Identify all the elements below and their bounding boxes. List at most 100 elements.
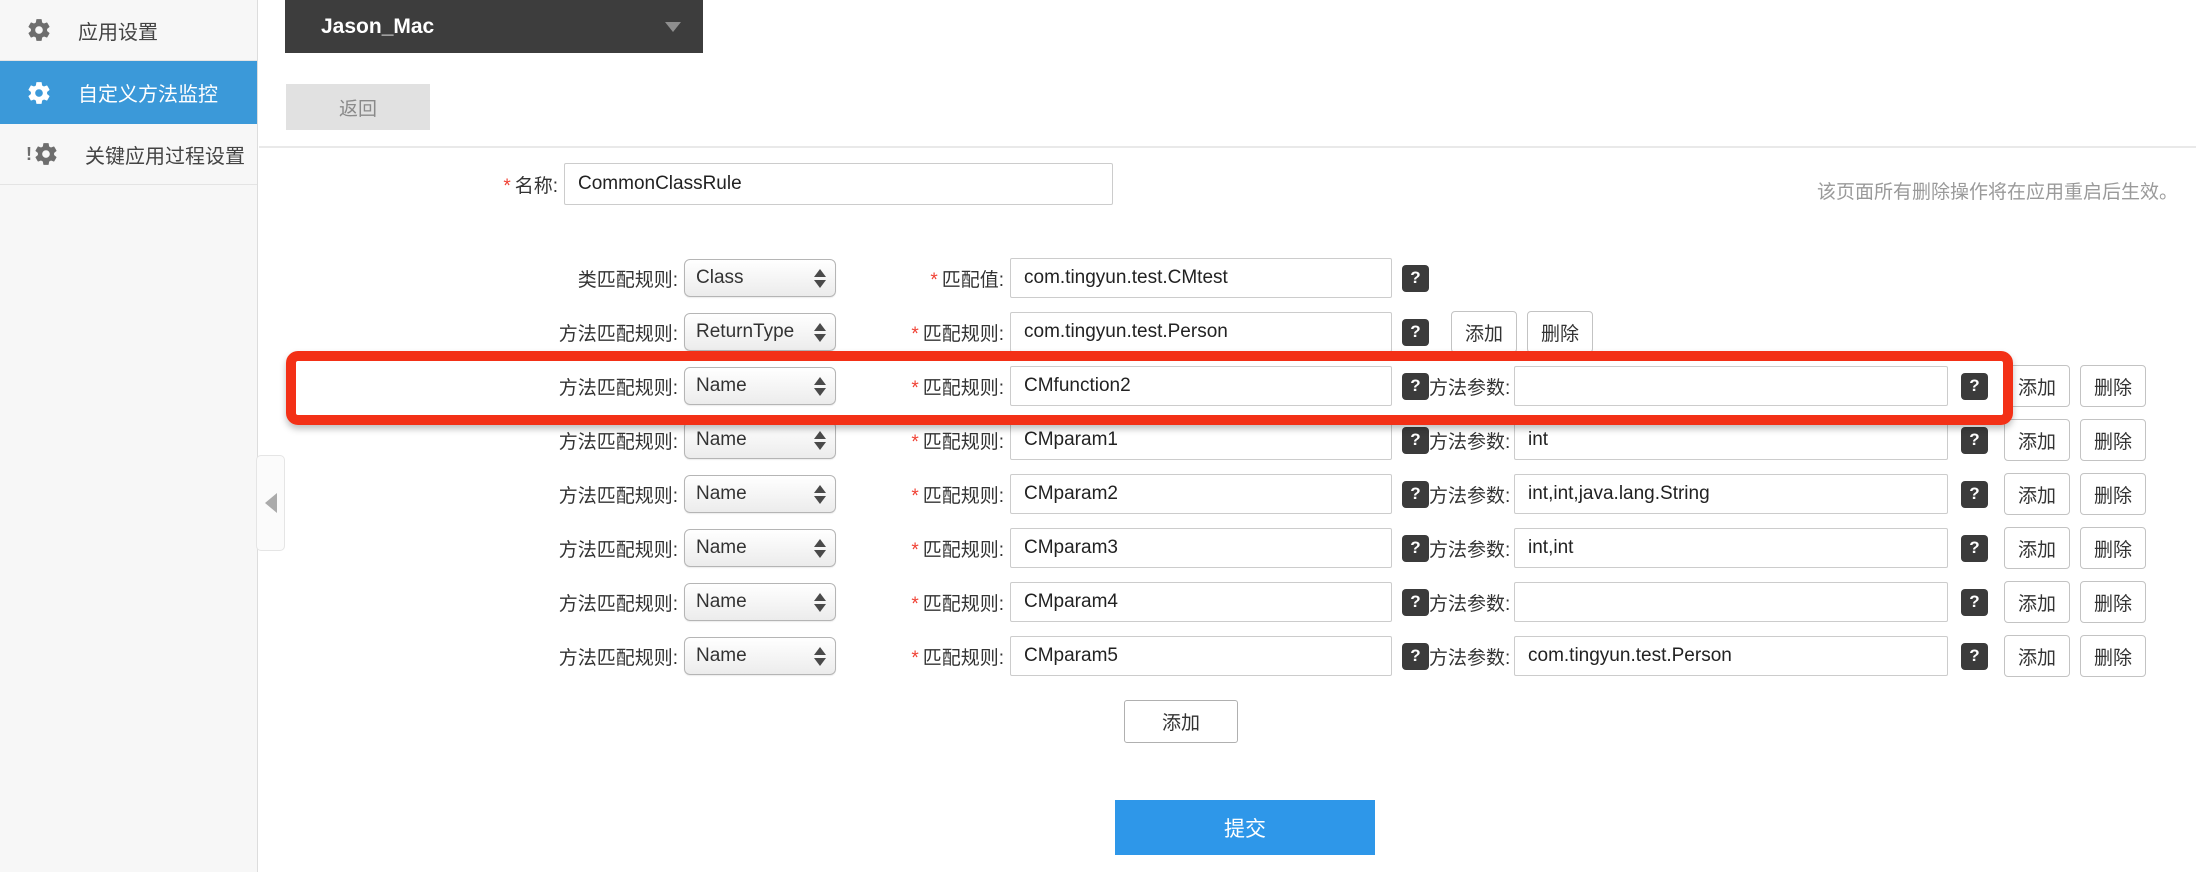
method-rule-label: 方法匹配规则:: [258, 427, 678, 454]
row-add-button[interactable]: 添加: [2004, 527, 2070, 569]
row-delete-button[interactable]: 删除: [1527, 311, 1593, 353]
stepper-arrows-icon: [814, 593, 826, 612]
gear-icon: [26, 17, 52, 43]
select-value: Name: [696, 375, 747, 397]
method-params-input[interactable]: [1514, 366, 1948, 406]
submit-button[interactable]: 提交: [1115, 800, 1375, 855]
sidebar-item-app-settings[interactable]: 应用设置: [0, 0, 257, 61]
stepper-arrows-icon: [814, 647, 826, 666]
app-selector-dropdown[interactable]: Jason_Mac: [285, 0, 703, 53]
help-icon[interactable]: ?: [1961, 481, 1988, 508]
match-rule-input[interactable]: [1010, 312, 1392, 352]
select-value: Name: [696, 483, 747, 505]
method-params-input[interactable]: [1514, 636, 1948, 676]
row-add-button[interactable]: 添加: [2004, 473, 2070, 515]
method-rule-row: 方法匹配规则: Name *匹配规则: ? 方法参数: ? 添加 删除: [258, 582, 2146, 622]
match-rule-input[interactable]: [1010, 474, 1392, 514]
class-rule-select[interactable]: Class: [684, 259, 836, 297]
method-params-input[interactable]: [1514, 420, 1948, 460]
match-rule-label: *匹配规则:: [836, 319, 1004, 346]
gear-alert-icon: !: [26, 141, 59, 167]
row-delete-button[interactable]: 删除: [2080, 365, 2146, 407]
method-rule-select[interactable]: ReturnType: [684, 313, 836, 351]
row-add-button[interactable]: 添加: [2004, 635, 2070, 677]
help-icon[interactable]: ?: [1961, 427, 1988, 454]
back-button[interactable]: 返回: [286, 84, 430, 130]
help-icon[interactable]: ?: [1402, 535, 1429, 562]
method-params-input[interactable]: [1514, 474, 1948, 514]
method-rule-label: 方法匹配规则:: [258, 535, 678, 562]
select-value: Name: [696, 537, 747, 559]
help-icon[interactable]: ?: [1961, 589, 1988, 616]
select-value: Name: [696, 645, 747, 667]
match-rule-input[interactable]: [1010, 420, 1392, 460]
help-icon[interactable]: ?: [1402, 319, 1429, 346]
sidebar-item-label: 关键应用过程设置: [85, 140, 245, 169]
row-add-button[interactable]: 添加: [2004, 365, 2070, 407]
sidebar-item-custom-method-monitor[interactable]: 自定义方法监控: [0, 61, 257, 124]
method-rule-select[interactable]: Name: [684, 529, 836, 567]
method-rule-select[interactable]: Name: [684, 637, 836, 675]
method-rule-label: 方法匹配规则:: [258, 589, 678, 616]
row-delete-button[interactable]: 删除: [2080, 581, 2146, 623]
method-params-group: 方法参数: ?: [1429, 420, 1988, 460]
help-icon[interactable]: ?: [1961, 643, 1988, 670]
method-rule-label: 方法匹配规则:: [258, 643, 678, 670]
match-rule-input[interactable]: [1010, 636, 1392, 676]
help-icon[interactable]: ?: [1402, 481, 1429, 508]
method-rule-select[interactable]: Name: [684, 583, 836, 621]
select-value: Name: [696, 429, 747, 451]
method-params-group: 方法参数: ?: [1429, 366, 1988, 406]
method-rule-row: 方法匹配规则: Name *匹配规则: ? 方法参数: ? 添加 删除: [258, 636, 2146, 676]
match-rule-input[interactable]: [1010, 366, 1392, 406]
sidebar-item-label: 自定义方法监控: [78, 78, 218, 107]
method-rule-select[interactable]: Name: [684, 475, 836, 513]
method-rule-select[interactable]: Name: [684, 421, 836, 459]
match-value-label: *匹配值:: [836, 265, 1004, 292]
add-row-button[interactable]: 添加: [1124, 700, 1238, 743]
match-rule-input[interactable]: [1010, 582, 1392, 622]
method-params-group: 方法参数: ?: [1429, 474, 1988, 514]
row-delete-button[interactable]: 删除: [2080, 527, 2146, 569]
match-value-input[interactable]: [1010, 258, 1392, 298]
match-rule-label: *匹配规则:: [836, 481, 1004, 508]
help-icon[interactable]: ?: [1961, 535, 1988, 562]
method-rule-label: 方法匹配规则:: [258, 319, 678, 346]
app-selector-value: Jason_Mac: [321, 15, 434, 39]
method-rule-row: 方法匹配规则: Name *匹配规则: ? 方法参数: ? 添加 删除: [258, 366, 2146, 406]
help-icon[interactable]: ?: [1402, 589, 1429, 616]
class-rule-row: 类匹配规则: Class *匹配值: ?: [258, 258, 1429, 298]
method-params-group: 方法参数: ?: [1429, 636, 1988, 676]
method-params-label: 方法参数:: [1429, 373, 1509, 400]
row-add-button[interactable]: 添加: [2004, 581, 2070, 623]
sidebar-collapse-handle[interactable]: [256, 455, 285, 551]
stepper-arrows-icon: [814, 377, 826, 396]
gear-icon: [26, 80, 52, 106]
name-row: *名称:: [258, 163, 1113, 205]
method-params-input[interactable]: [1514, 528, 1948, 568]
row-add-button[interactable]: 添加: [2004, 419, 2070, 461]
sidebar-item-key-process-settings[interactable]: ! 关键应用过程设置: [0, 124, 257, 185]
help-icon[interactable]: ?: [1402, 373, 1429, 400]
match-rule-label: *匹配规则:: [836, 427, 1004, 454]
select-value: Class: [696, 267, 744, 289]
stepper-arrows-icon: [814, 485, 826, 504]
match-rule-input[interactable]: [1010, 528, 1392, 568]
method-rule-label: 方法匹配规则:: [258, 481, 678, 508]
match-rule-label: *匹配规则:: [836, 589, 1004, 616]
help-icon[interactable]: ?: [1402, 427, 1429, 454]
row-delete-button[interactable]: 删除: [2080, 473, 2146, 515]
help-icon[interactable]: ?: [1402, 643, 1429, 670]
row-add-button[interactable]: 添加: [1451, 311, 1517, 353]
name-input[interactable]: [564, 163, 1113, 205]
row-delete-button[interactable]: 删除: [2080, 635, 2146, 677]
help-icon[interactable]: ?: [1961, 373, 1988, 400]
required-marker: *: [503, 176, 510, 197]
restart-notice: 该页面所有删除操作将在应用重启后生效。: [1817, 177, 2178, 204]
stepper-arrows-icon: [814, 539, 826, 558]
help-icon[interactable]: ?: [1402, 265, 1429, 292]
match-rule-label: *匹配规则:: [836, 535, 1004, 562]
row-delete-button[interactable]: 删除: [2080, 419, 2146, 461]
method-rule-select[interactable]: Name: [684, 367, 836, 405]
method-params-input[interactable]: [1514, 582, 1948, 622]
